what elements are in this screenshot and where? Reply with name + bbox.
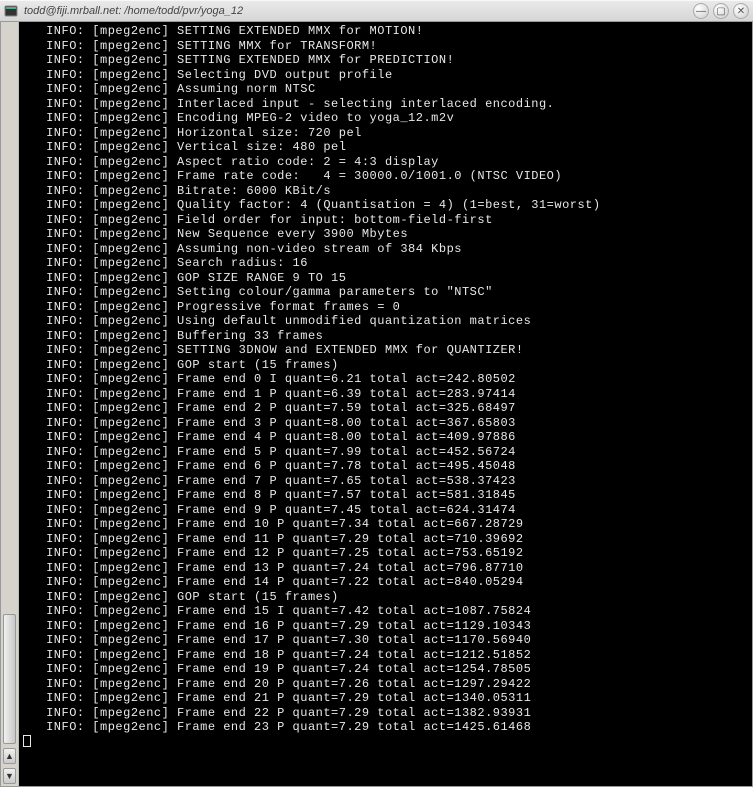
close-button[interactable]: ✕: [733, 3, 749, 19]
terminal-line: INFO: [mpeg2enc] Quality factor: 4 (Quan…: [23, 198, 748, 213]
terminal-line: INFO: [mpeg2enc] Frame end 7 P quant=7.6…: [23, 474, 748, 489]
terminal-line: INFO: [mpeg2enc] Frame end 3 P quant=8.0…: [23, 416, 748, 431]
terminal-line: INFO: [mpeg2enc] Frame end 21 P quant=7.…: [23, 691, 748, 706]
terminal-line: INFO: [mpeg2enc] Search radius: 16: [23, 256, 748, 271]
terminal-line: INFO: [mpeg2enc] GOP SIZE RANGE 9 TO 15: [23, 271, 748, 286]
terminal-line: INFO: [mpeg2enc] Frame end 11 P quant=7.…: [23, 532, 748, 547]
terminal-line: INFO: [mpeg2enc] Vertical size: 480 pel: [23, 140, 748, 155]
terminal-line: INFO: [mpeg2enc] Frame end 23 P quant=7.…: [23, 720, 748, 735]
terminal-line: INFO: [mpeg2enc] SETTING EXTENDED MMX fo…: [23, 24, 748, 39]
terminal-line: INFO: [mpeg2enc] Field order for input: …: [23, 213, 748, 228]
terminal-line: INFO: [mpeg2enc] Buffering 33 frames: [23, 329, 748, 344]
terminal-line: INFO: [mpeg2enc] Interlaced input - sele…: [23, 97, 748, 112]
terminal-line: INFO: [mpeg2enc] Frame end 6 P quant=7.7…: [23, 459, 748, 474]
terminal-line: INFO: [mpeg2enc] GOP start (15 frames): [23, 358, 748, 373]
terminal-line: INFO: [mpeg2enc] Frame end 10 P quant=7.…: [23, 517, 748, 532]
terminal-line: INFO: [mpeg2enc] Aspect ratio code: 2 = …: [23, 155, 748, 170]
terminal-line: INFO: [mpeg2enc] Frame end 5 P quant=7.9…: [23, 445, 748, 460]
cursor-icon: [23, 735, 31, 747]
terminal-line: INFO: [mpeg2enc] Assuming norm NTSC: [23, 82, 748, 97]
scrollbar-track[interactable]: [3, 24, 16, 744]
terminal-line: INFO: [mpeg2enc] Frame end 2 P quant=7.5…: [23, 401, 748, 416]
terminal-line: INFO: [mpeg2enc] Frame end 22 P quant=7.…: [23, 706, 748, 721]
maximize-button[interactable]: ▢: [713, 3, 729, 19]
window-body: ▲ ▼ INFO: [mpeg2enc] SETTING EXTENDED MM…: [0, 22, 753, 787]
titlebar[interactable]: todd@fiji.mrball.net: /home/todd/pvr/yog…: [0, 0, 753, 22]
terminal-line: INFO: [mpeg2enc] Frame end 16 P quant=7.…: [23, 619, 748, 634]
terminal-line: INFO: [mpeg2enc] Using default unmodifie…: [23, 314, 748, 329]
terminal-line: INFO: [mpeg2enc] Assuming non-video stre…: [23, 242, 748, 257]
terminal-line: INFO: [mpeg2enc] Frame end 9 P quant=7.4…: [23, 503, 748, 518]
terminal-line: INFO: [mpeg2enc] Frame end 17 P quant=7.…: [23, 633, 748, 648]
scrollbar-thumb[interactable]: [3, 614, 16, 744]
scrollbar[interactable]: ▲ ▼: [1, 22, 19, 786]
terminal-line: INFO: [mpeg2enc] Setting colour/gamma pa…: [23, 285, 748, 300]
terminal-line: INFO: [mpeg2enc] Frame end 1 P quant=6.3…: [23, 387, 748, 402]
terminal-line: INFO: [mpeg2enc] Frame end 14 P quant=7.…: [23, 575, 748, 590]
terminal-line: INFO: [mpeg2enc] SETTING 3DNOW and EXTEN…: [23, 343, 748, 358]
minimize-button[interactable]: —: [693, 3, 709, 19]
terminal-line: INFO: [mpeg2enc] Frame end 8 P quant=7.5…: [23, 488, 748, 503]
app-icon: [4, 4, 18, 18]
terminal-line: INFO: [mpeg2enc] Horizontal size: 720 pe…: [23, 126, 748, 141]
terminal-line: INFO: [mpeg2enc] SETTING EXTENDED MMX fo…: [23, 53, 748, 68]
terminal-line: INFO: [mpeg2enc] SETTING MMX for TRANSFO…: [23, 39, 748, 54]
terminal-line: INFO: [mpeg2enc] Frame end 18 P quant=7.…: [23, 648, 748, 663]
terminal-line: INFO: [mpeg2enc] Progressive format fram…: [23, 300, 748, 315]
terminal-line: INFO: [mpeg2enc] Frame end 4 P quant=8.0…: [23, 430, 748, 445]
window-title: todd@fiji.mrball.net: /home/todd/pvr/yog…: [24, 5, 689, 17]
terminal-line: INFO: [mpeg2enc] New Sequence every 3900…: [23, 227, 748, 242]
terminal-line: INFO: [mpeg2enc] Frame rate code: 4 = 30…: [23, 169, 748, 184]
terminal-line: INFO: [mpeg2enc] Frame end 12 P quant=7.…: [23, 546, 748, 561]
terminal-cursor-line: [23, 735, 748, 747]
terminal-line: INFO: [mpeg2enc] Frame end 19 P quant=7.…: [23, 662, 748, 677]
scroll-down-button[interactable]: ▼: [3, 768, 16, 784]
terminal-line: INFO: [mpeg2enc] Frame end 13 P quant=7.…: [23, 561, 748, 576]
terminal-line: INFO: [mpeg2enc] Frame end 20 P quant=7.…: [23, 677, 748, 692]
terminal-line: INFO: [mpeg2enc] Selecting DVD output pr…: [23, 68, 748, 83]
terminal-line: INFO: [mpeg2enc] Encoding MPEG-2 video t…: [23, 111, 748, 126]
terminal-line: INFO: [mpeg2enc] Frame end 0 I quant=6.2…: [23, 372, 748, 387]
terminal-line: INFO: [mpeg2enc] Frame end 15 I quant=7.…: [23, 604, 748, 619]
scroll-up-button[interactable]: ▲: [3, 748, 16, 764]
terminal-line: INFO: [mpeg2enc] Bitrate: 6000 KBit/s: [23, 184, 748, 199]
terminal-line: INFO: [mpeg2enc] GOP start (15 frames): [23, 590, 748, 605]
terminal-output[interactable]: INFO: [mpeg2enc] SETTING EXTENDED MMX fo…: [19, 22, 752, 786]
